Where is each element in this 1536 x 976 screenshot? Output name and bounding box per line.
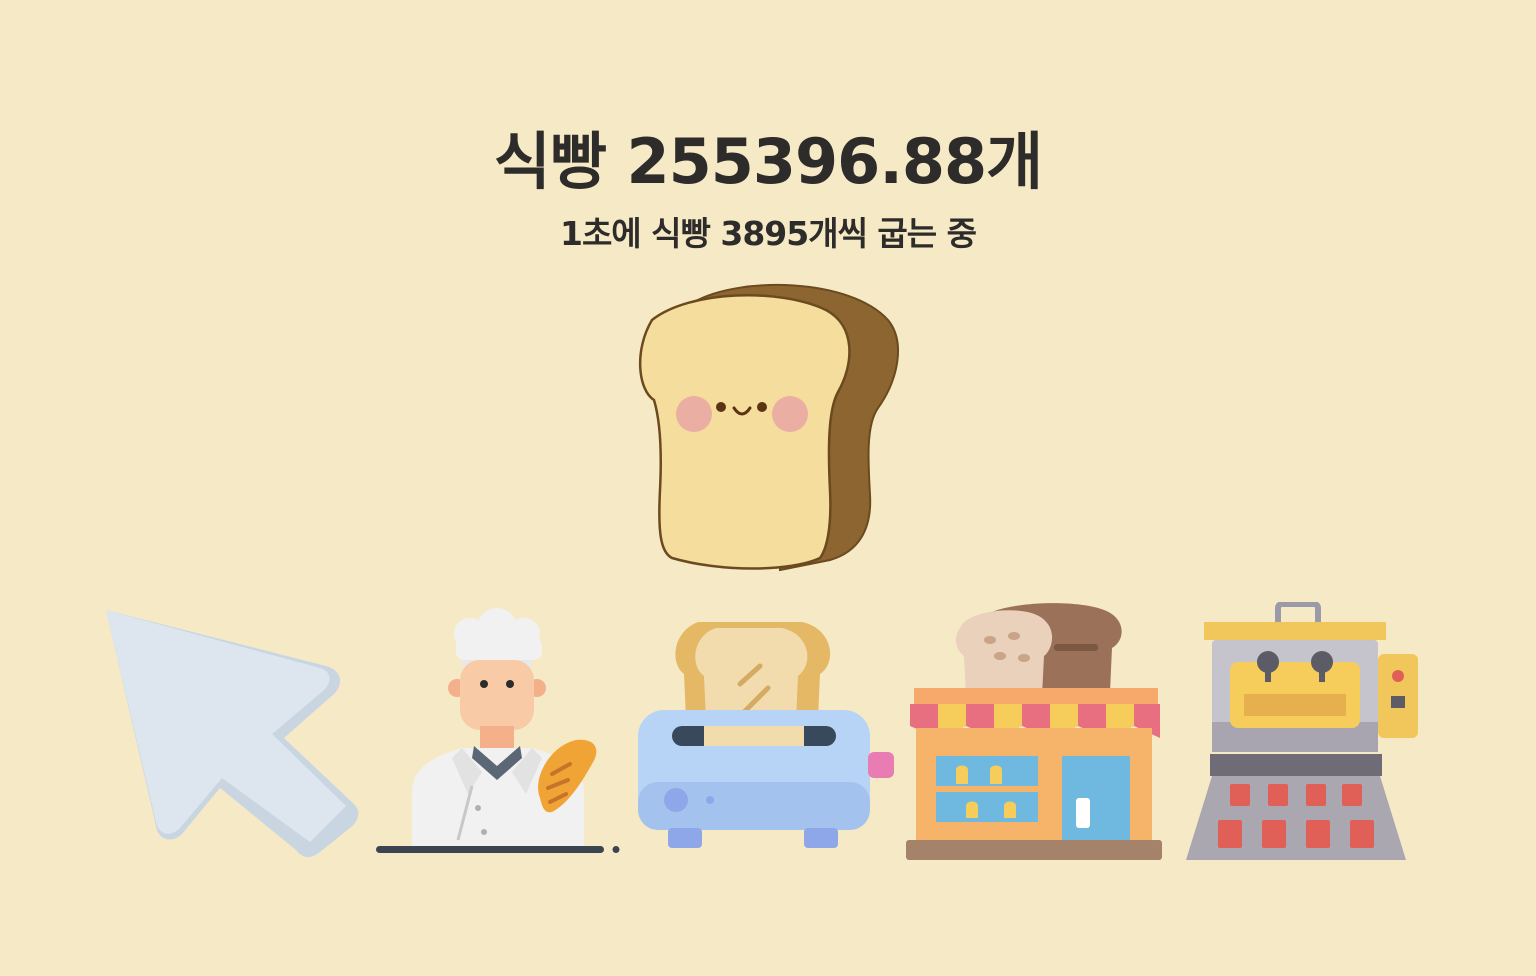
cursor-arrow-icon[interactable] xyxy=(96,598,366,866)
counter-unit: 개 xyxy=(986,125,1043,198)
counter-amount: 255396.88 xyxy=(626,125,987,198)
production-rate: 1초에 식빵 3895개씩 굽는 중 xyxy=(559,214,977,253)
counter-label: 식빵 xyxy=(493,125,607,198)
bread-counter: 식빵 255396.88개 xyxy=(0,122,1536,202)
baker-chef-icon[interactable] xyxy=(372,608,624,858)
bread-factory-oven-icon[interactable] xyxy=(1182,602,1422,864)
bakery-shop-icon[interactable] xyxy=(904,600,1164,864)
toaster-icon[interactable] xyxy=(632,614,898,856)
toast-bread-face-icon[interactable] xyxy=(630,280,902,576)
